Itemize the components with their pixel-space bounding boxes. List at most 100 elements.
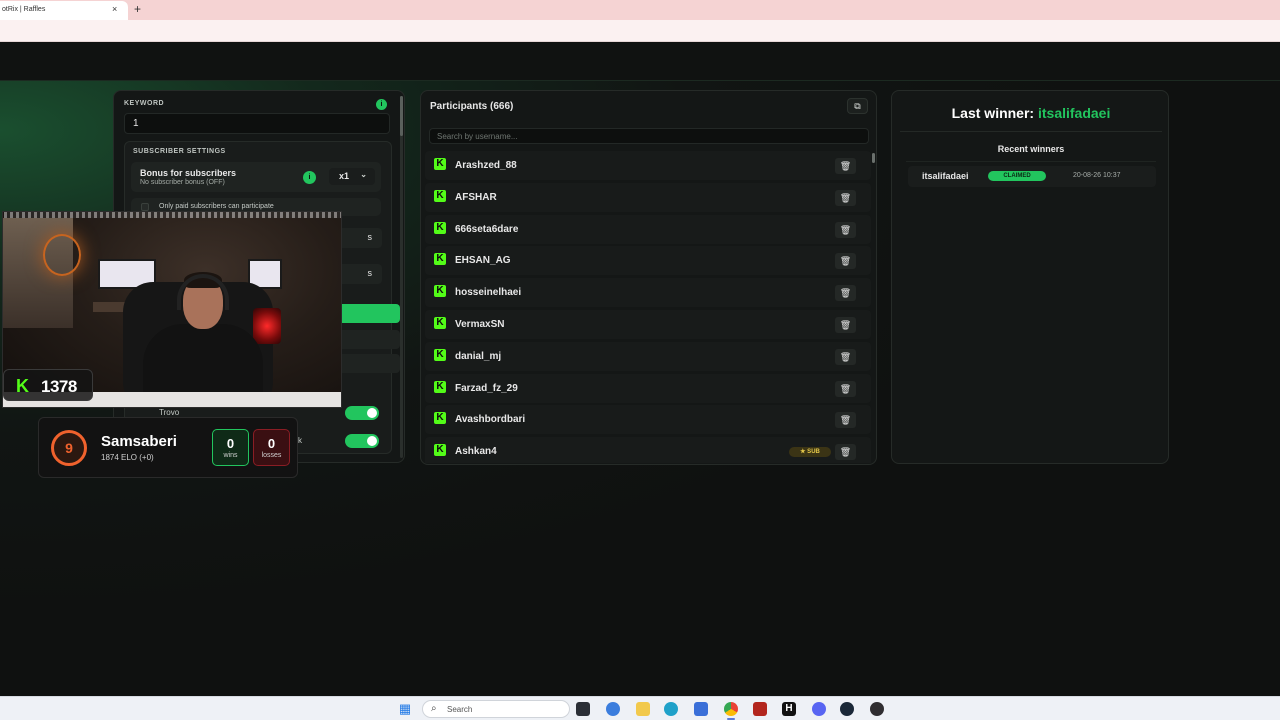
kick-logo-icon: K xyxy=(434,444,446,457)
copy-icon[interactable]: ⧉ xyxy=(847,98,868,114)
participant-name: danial_mj xyxy=(455,350,502,362)
settings-scroll-thumb[interactable] xyxy=(400,96,403,136)
recent-divider xyxy=(906,161,1156,162)
delete-icon[interactable]: 🗑 xyxy=(835,285,856,302)
store-icon[interactable] xyxy=(694,702,708,716)
participant-row: Khosseinelhaei 🗑 xyxy=(425,278,871,308)
edge-icon[interactable] xyxy=(664,702,678,716)
participant-search-input[interactable] xyxy=(429,128,869,144)
webcam-pc-light xyxy=(253,308,281,344)
kick-logo-icon: K xyxy=(434,158,446,170)
participants-title: Participants (666) xyxy=(430,101,514,112)
taskbar-search-text: Search xyxy=(447,705,473,714)
task-view-icon[interactable] xyxy=(576,702,590,716)
widgets-icon[interactable] xyxy=(606,702,620,716)
faceit-level-icon: 9 xyxy=(51,430,87,466)
winner-panel: Last winner: itsalifadaei Recent winners… xyxy=(891,90,1169,464)
tab-title: otRix | Raffles xyxy=(2,6,46,13)
delete-icon[interactable]: 🗑 xyxy=(835,158,856,174)
trovo-label: Trovo xyxy=(159,408,180,417)
delete-icon[interactable]: 🗑 xyxy=(835,253,856,270)
kick-logo-icon: K xyxy=(434,412,446,425)
elo-text: 1874 ELO (+0) xyxy=(101,453,154,462)
discord-icon[interactable] xyxy=(812,702,826,716)
dropdown-2-text: s xyxy=(367,268,373,278)
recent-winner-date: 20-08-26 10:37 xyxy=(1073,172,1121,179)
windows-taskbar: ▦ ⌕ Search H xyxy=(0,696,1280,720)
obs-icon[interactable] xyxy=(870,702,884,716)
new-tab-button[interactable]: + xyxy=(134,2,141,16)
wins-count: 0 xyxy=(226,436,235,451)
kick-logo-icon: K xyxy=(434,221,446,234)
recent-winner-name: itsalifadaei xyxy=(922,171,969,181)
participant-scrollbar[interactable] xyxy=(872,151,875,463)
kick-viewer-count: 1378 xyxy=(41,377,77,396)
last-winner-prefix: Last winner: xyxy=(951,105,1038,121)
participant-row: K Farzad_fz_29 🗑 xyxy=(425,373,871,403)
taskbar-search[interactable]: ⌕ Search xyxy=(422,700,570,718)
delete-icon[interactable]: 🗑 xyxy=(835,412,856,429)
participant-row: K Ashkan4 ★ SUB 🗑 xyxy=(425,437,871,463)
dropdown-1-text: s xyxy=(367,232,373,242)
file-explorer-icon[interactable] xyxy=(636,702,650,716)
delete-icon[interactable]: 🗑 xyxy=(835,189,856,206)
losses-box: 0 losses xyxy=(253,429,290,466)
participant-list: K Arashzed_88 🗑 K AFSHAR 🗑 K 666seta6dare 🗑 K EHSA… xyxy=(425,151,871,463)
wins-box: 0 wins xyxy=(212,429,249,466)
faceit-elo-card: 9 Samsaberi 1874 ELO (+0) 0 wins 0 losse… xyxy=(38,417,298,478)
h-app-icon[interactable]: H xyxy=(782,702,796,716)
keyword-info-icon[interactable]: i xyxy=(376,99,387,110)
browser-tab[interactable]: otRix | Raffles × xyxy=(0,1,128,20)
site-header xyxy=(0,43,1280,80)
keyword-input[interactable] xyxy=(124,113,390,134)
participant-name: hosseinelhaei xyxy=(455,287,522,299)
toggle-2-label: k xyxy=(298,436,302,445)
settings-scrollbar[interactable] xyxy=(400,96,403,458)
participant-row: K Arashzed_88 🗑 xyxy=(425,151,871,180)
last-winner-name: itsalifadaei xyxy=(1037,105,1111,121)
keyword-label: KEYWORD xyxy=(124,100,165,107)
platform-toggle-1[interactable] xyxy=(345,406,379,420)
participant-scroll-thumb[interactable] xyxy=(872,153,875,163)
kick-logo-icon: K xyxy=(434,348,446,361)
subscriber-settings-heading: SUBSCRIBER SETTINGS xyxy=(133,148,226,155)
steam-icon[interactable] xyxy=(840,702,854,716)
participant-name: Arashzed_88 xyxy=(455,160,517,171)
delete-icon[interactable]: 🗑 xyxy=(835,316,856,333)
windows-start-icon[interactable]: ▦ xyxy=(398,702,412,716)
bonus-multiplier-select[interactable]: x1 ⌄ xyxy=(329,168,375,185)
faceit-level: 9 xyxy=(65,440,73,456)
multiplier-value: x1 xyxy=(339,171,350,181)
participant-name: Ashkan4 xyxy=(455,446,497,458)
participants-panel: Participants (666) ⧉ K Arashzed_88 🗑 K AFSHA… xyxy=(420,90,877,465)
kick-logo-icon: K xyxy=(434,316,446,329)
app-icon[interactable] xyxy=(753,702,767,716)
kick-logo-icon: K xyxy=(434,380,446,393)
platform-toggle-2[interactable] xyxy=(345,434,379,448)
kick-viewer-badge: K 1378 xyxy=(3,369,93,401)
webcam-lamp xyxy=(43,234,81,276)
chrome-icon[interactable] xyxy=(724,702,738,716)
participant-name: 666seta6dare xyxy=(455,223,519,235)
paid-only-label: Only paid subscribers can participate xyxy=(159,203,274,210)
delete-icon[interactable]: 🗑 xyxy=(835,444,856,461)
chevron-down-icon: ⌄ xyxy=(360,170,367,179)
losses-label: losses xyxy=(261,452,282,459)
participant-row: K VermaxSN 🗑 xyxy=(425,309,871,339)
bonus-title: Bonus for subscribers xyxy=(140,168,237,178)
bonus-subtitle: No subscriber bonus (OFF) xyxy=(140,179,225,186)
subscriber-bonus-row: Bonus for subscribers No subscriber bonu… xyxy=(131,162,381,192)
delete-icon[interactable]: 🗑 xyxy=(835,380,856,397)
participant-name: Farzad_fz_29 xyxy=(455,382,518,394)
delete-icon[interactable]: 🗑 xyxy=(835,221,856,238)
bonus-info-icon[interactable]: i xyxy=(303,171,316,184)
participant-name: EHSAN_AG xyxy=(455,255,511,267)
player-name: Samsaberi xyxy=(101,433,177,450)
search-icon: ⌕ xyxy=(431,703,437,714)
kick-logo-icon: K xyxy=(434,189,446,202)
paid-only-checkbox[interactable] xyxy=(141,203,149,211)
tab-close-icon[interactable]: × xyxy=(112,4,117,14)
delete-icon[interactable]: 🗑 xyxy=(835,348,856,365)
participant-row: K Avashbordbari 🗑 xyxy=(425,405,871,435)
participant-row: K AFSHAR 🗑 xyxy=(425,182,871,212)
